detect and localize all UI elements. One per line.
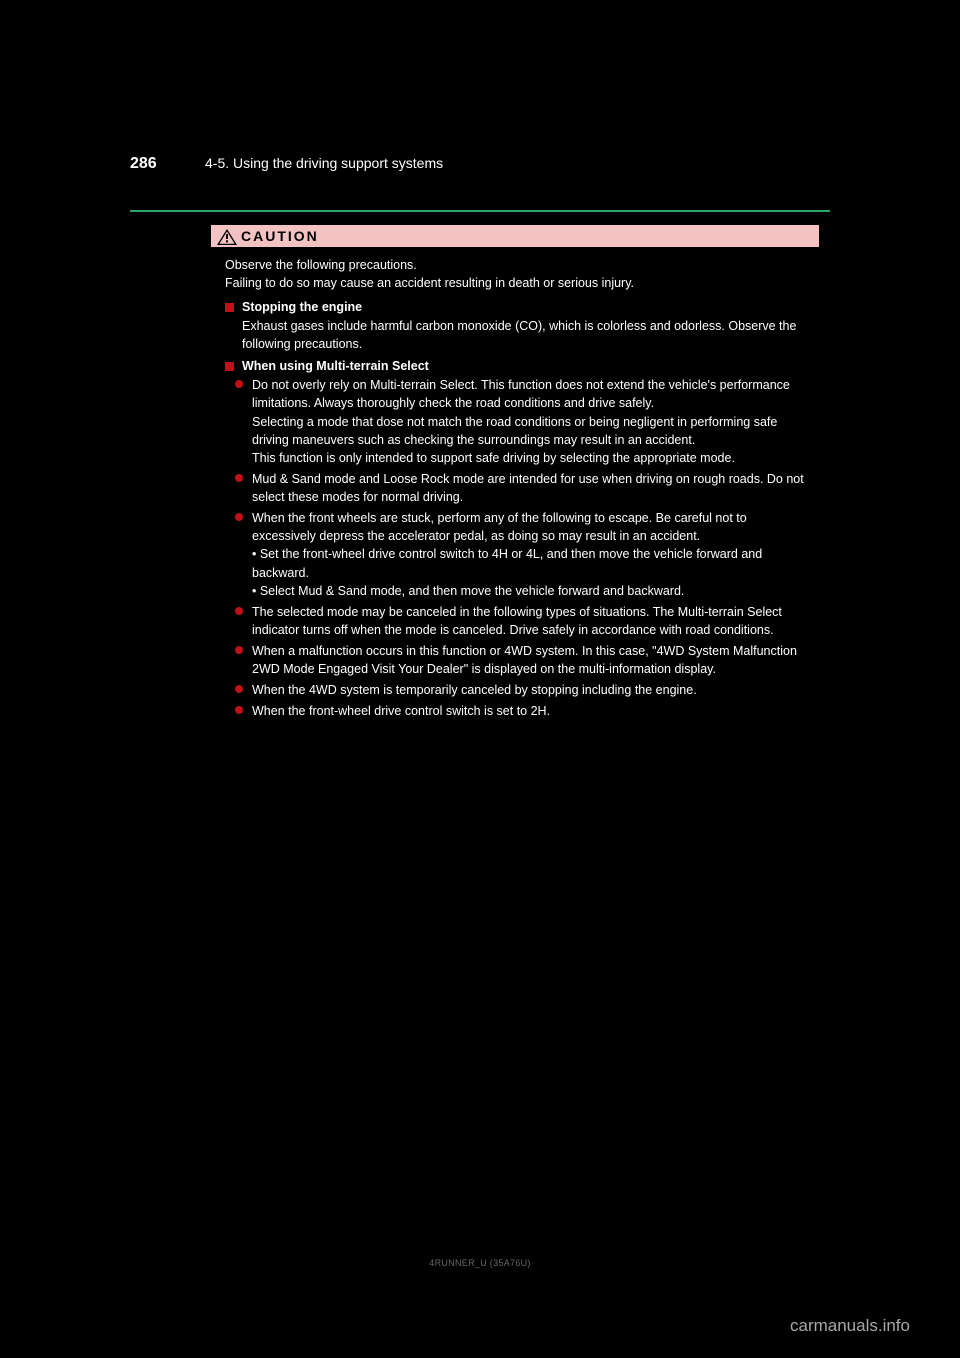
bullet-text: The selected mode may be canceled in the… — [252, 603, 805, 639]
bullet-text: When the front-wheel drive control switc… — [252, 702, 805, 720]
list-item: The selected mode may be canceled in the… — [235, 603, 805, 639]
warning-icon — [217, 229, 235, 243]
section-title: When using Multi-terrain Select — [242, 359, 429, 373]
bullet-text: When the 4WD system is temporarily cance… — [252, 681, 805, 699]
list-item: When the front wheels are stuck, perform… — [235, 509, 805, 600]
red-dot-icon — [235, 474, 243, 482]
caution-lead: Observe the following precautions. Faili… — [225, 257, 805, 292]
page-number: 286 — [130, 155, 157, 173]
caution-body: Observe the following precautions. Faili… — [211, 247, 819, 735]
caution-title: CAUTION — [241, 228, 319, 244]
divider — [130, 210, 830, 212]
list-item: Mud & Sand mode and Loose Rock mode are … — [235, 470, 805, 506]
red-square-icon — [225, 362, 234, 371]
watermark: carmanuals.info — [790, 1316, 910, 1336]
bullet-text: Mud & Sand mode and Loose Rock mode are … — [252, 470, 805, 506]
list-item: When the 4WD system is temporarily cance… — [235, 681, 805, 699]
list-item: When the front-wheel drive control switc… — [235, 702, 805, 720]
bullet-text: Do not overly rely on Multi-terrain Sele… — [252, 376, 805, 467]
list-item: When a malfunction occurs in this functi… — [235, 642, 805, 678]
section-title: Stopping the engine — [242, 300, 362, 314]
section-text: Exhaust gases include harmful carbon mon… — [242, 317, 805, 353]
red-dot-icon — [235, 706, 243, 714]
red-dot-icon — [235, 513, 243, 521]
red-dot-icon — [235, 380, 243, 388]
section-heading: When using Multi-terrain Select — [225, 359, 805, 373]
caution-box: CAUTION Observe the following precaution… — [210, 224, 820, 736]
red-dot-icon — [235, 607, 243, 615]
section-heading: Stopping the engine — [225, 300, 805, 314]
list-item: Do not overly rely on Multi-terrain Sele… — [235, 376, 805, 467]
red-dot-icon — [235, 685, 243, 693]
bullet-text: When a malfunction occurs in this functi… — [252, 642, 805, 678]
section-header: 4-5. Using the driving support systems — [205, 155, 443, 171]
caution-header: CAUTION — [211, 225, 819, 247]
bullet-text: When the front wheels are stuck, perform… — [252, 509, 805, 600]
red-square-icon — [225, 303, 234, 312]
red-dot-icon — [235, 646, 243, 654]
footer-code: 4RUNNER_U (35A76U) — [429, 1258, 530, 1268]
